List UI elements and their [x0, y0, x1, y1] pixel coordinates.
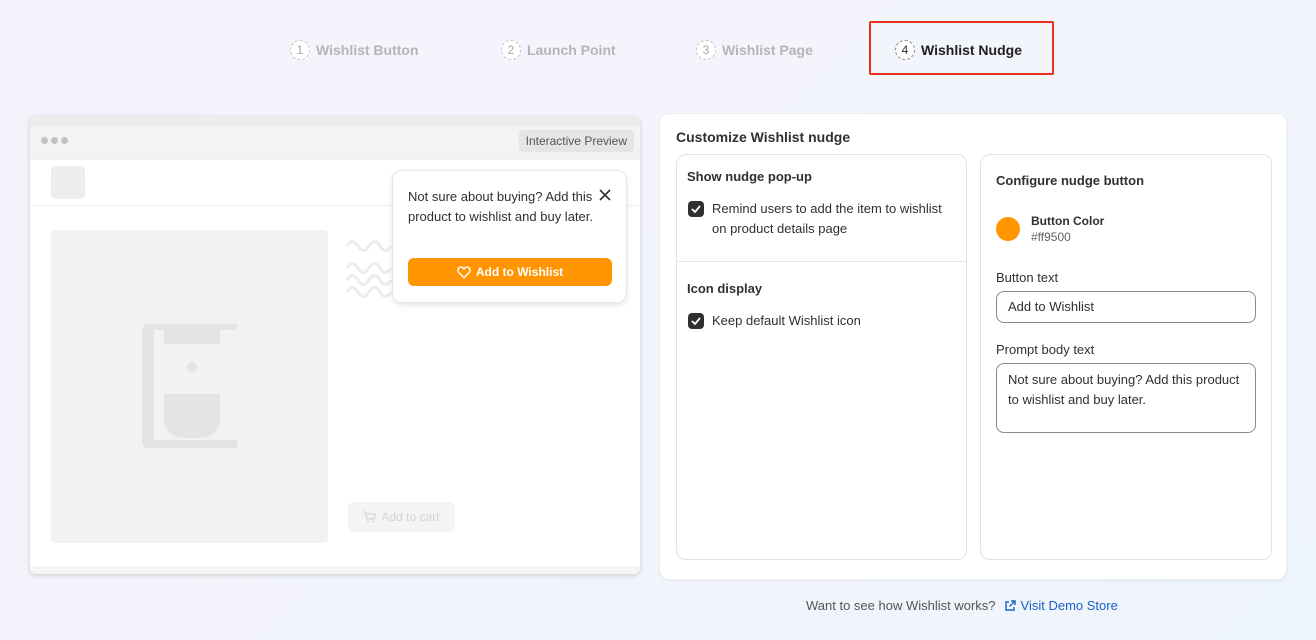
external-link-icon	[1004, 599, 1016, 611]
keep-default-icon-checkbox[interactable]	[688, 313, 704, 329]
customize-panel: Customize Wishlist nudge Show nudge pop-…	[659, 113, 1287, 580]
button-text-input[interactable]: Add to Wishlist	[996, 291, 1256, 323]
show-nudge-title: Show nudge pop-up	[687, 169, 812, 184]
button-color-picker[interactable]: Button Color #ff9500	[996, 213, 1104, 245]
add-to-cart-label: Add to cart	[381, 510, 440, 524]
prompt-body-textarea[interactable]: Not sure about buying? Add this product …	[996, 363, 1256, 433]
remind-users-checkbox[interactable]	[688, 201, 704, 217]
step-label: Wishlist Page	[722, 42, 813, 58]
button-color-label: Button Color	[1031, 214, 1105, 228]
step-number: 2	[501, 40, 521, 60]
prompt-body-label: Prompt body text	[996, 342, 1095, 357]
button-color-hex: #ff9500	[1031, 230, 1071, 244]
remind-users-label: Remind users to add the item to wishlist…	[712, 201, 942, 236]
configure-title: Configure nudge button	[996, 173, 1145, 188]
step-wishlist-page[interactable]: 3 Wishlist Page	[696, 38, 813, 62]
interactive-preview: Interactive Preview Add to cart Not sure…	[30, 116, 640, 574]
nudge-popup: Not sure about buying? Add this product …	[392, 170, 627, 303]
close-icon[interactable]	[598, 188, 612, 202]
window-dots-icon	[41, 137, 68, 144]
checkmark-icon	[691, 205, 701, 213]
step-launch-point[interactable]: 2 Launch Point	[501, 38, 616, 62]
active-step-highlight	[869, 21, 1054, 75]
step-label: Launch Point	[527, 42, 616, 58]
step-number: 1	[290, 40, 310, 60]
panel-title: Customize Wishlist nudge	[676, 129, 851, 145]
nudge-button-label: Add to Wishlist	[475, 265, 564, 279]
text-placeholder-squiggles	[346, 240, 393, 298]
keep-default-icon-option[interactable]: Keep default Wishlist icon	[688, 311, 948, 331]
cart-icon	[363, 511, 377, 523]
configure-nudge-card: Configure nudge button Button Color #ff9…	[980, 154, 1272, 560]
interactive-preview-badge: Interactive Preview	[518, 130, 634, 152]
nudge-text: Not sure about buying? Add this product …	[408, 189, 593, 224]
keep-default-icon-label: Keep default Wishlist icon	[712, 313, 861, 328]
icon-display-title: Icon display	[687, 281, 763, 296]
visit-demo-store-link[interactable]: Visit Demo Store	[1004, 598, 1118, 613]
add-to-cart-button[interactable]: Add to cart	[348, 502, 455, 532]
heart-icon	[457, 265, 471, 279]
step-label: Wishlist Button	[316, 42, 419, 58]
visit-demo-store-label: Visit Demo Store	[1020, 598, 1118, 613]
section-divider	[677, 261, 966, 262]
step-number: 3	[696, 40, 716, 60]
footer-question: Want to see how Wishlist works?	[806, 598, 996, 613]
checkmark-icon	[691, 317, 701, 325]
coffee-machine-icon	[142, 324, 237, 448]
footer: Want to see how Wishlist works? Visit De…	[806, 598, 1118, 613]
store-logo-placeholder	[51, 166, 85, 199]
color-swatch[interactable]	[996, 217, 1020, 241]
remind-users-option[interactable]: Remind users to add the item to wishlist…	[688, 199, 948, 239]
nudge-settings-card: Show nudge pop-up Remind users to add th…	[676, 154, 967, 560]
stepper: 1 Wishlist Button 2 Launch Point 3 Wishl…	[0, 0, 1316, 100]
nudge-add-to-wishlist-button[interactable]: Add to Wishlist	[408, 258, 612, 286]
step-wishlist-button[interactable]: 1 Wishlist Button	[290, 38, 419, 62]
preview-bottom-bar	[30, 566, 640, 574]
button-text-label: Button text	[996, 270, 1059, 285]
browser-bar: Interactive Preview	[30, 116, 640, 160]
